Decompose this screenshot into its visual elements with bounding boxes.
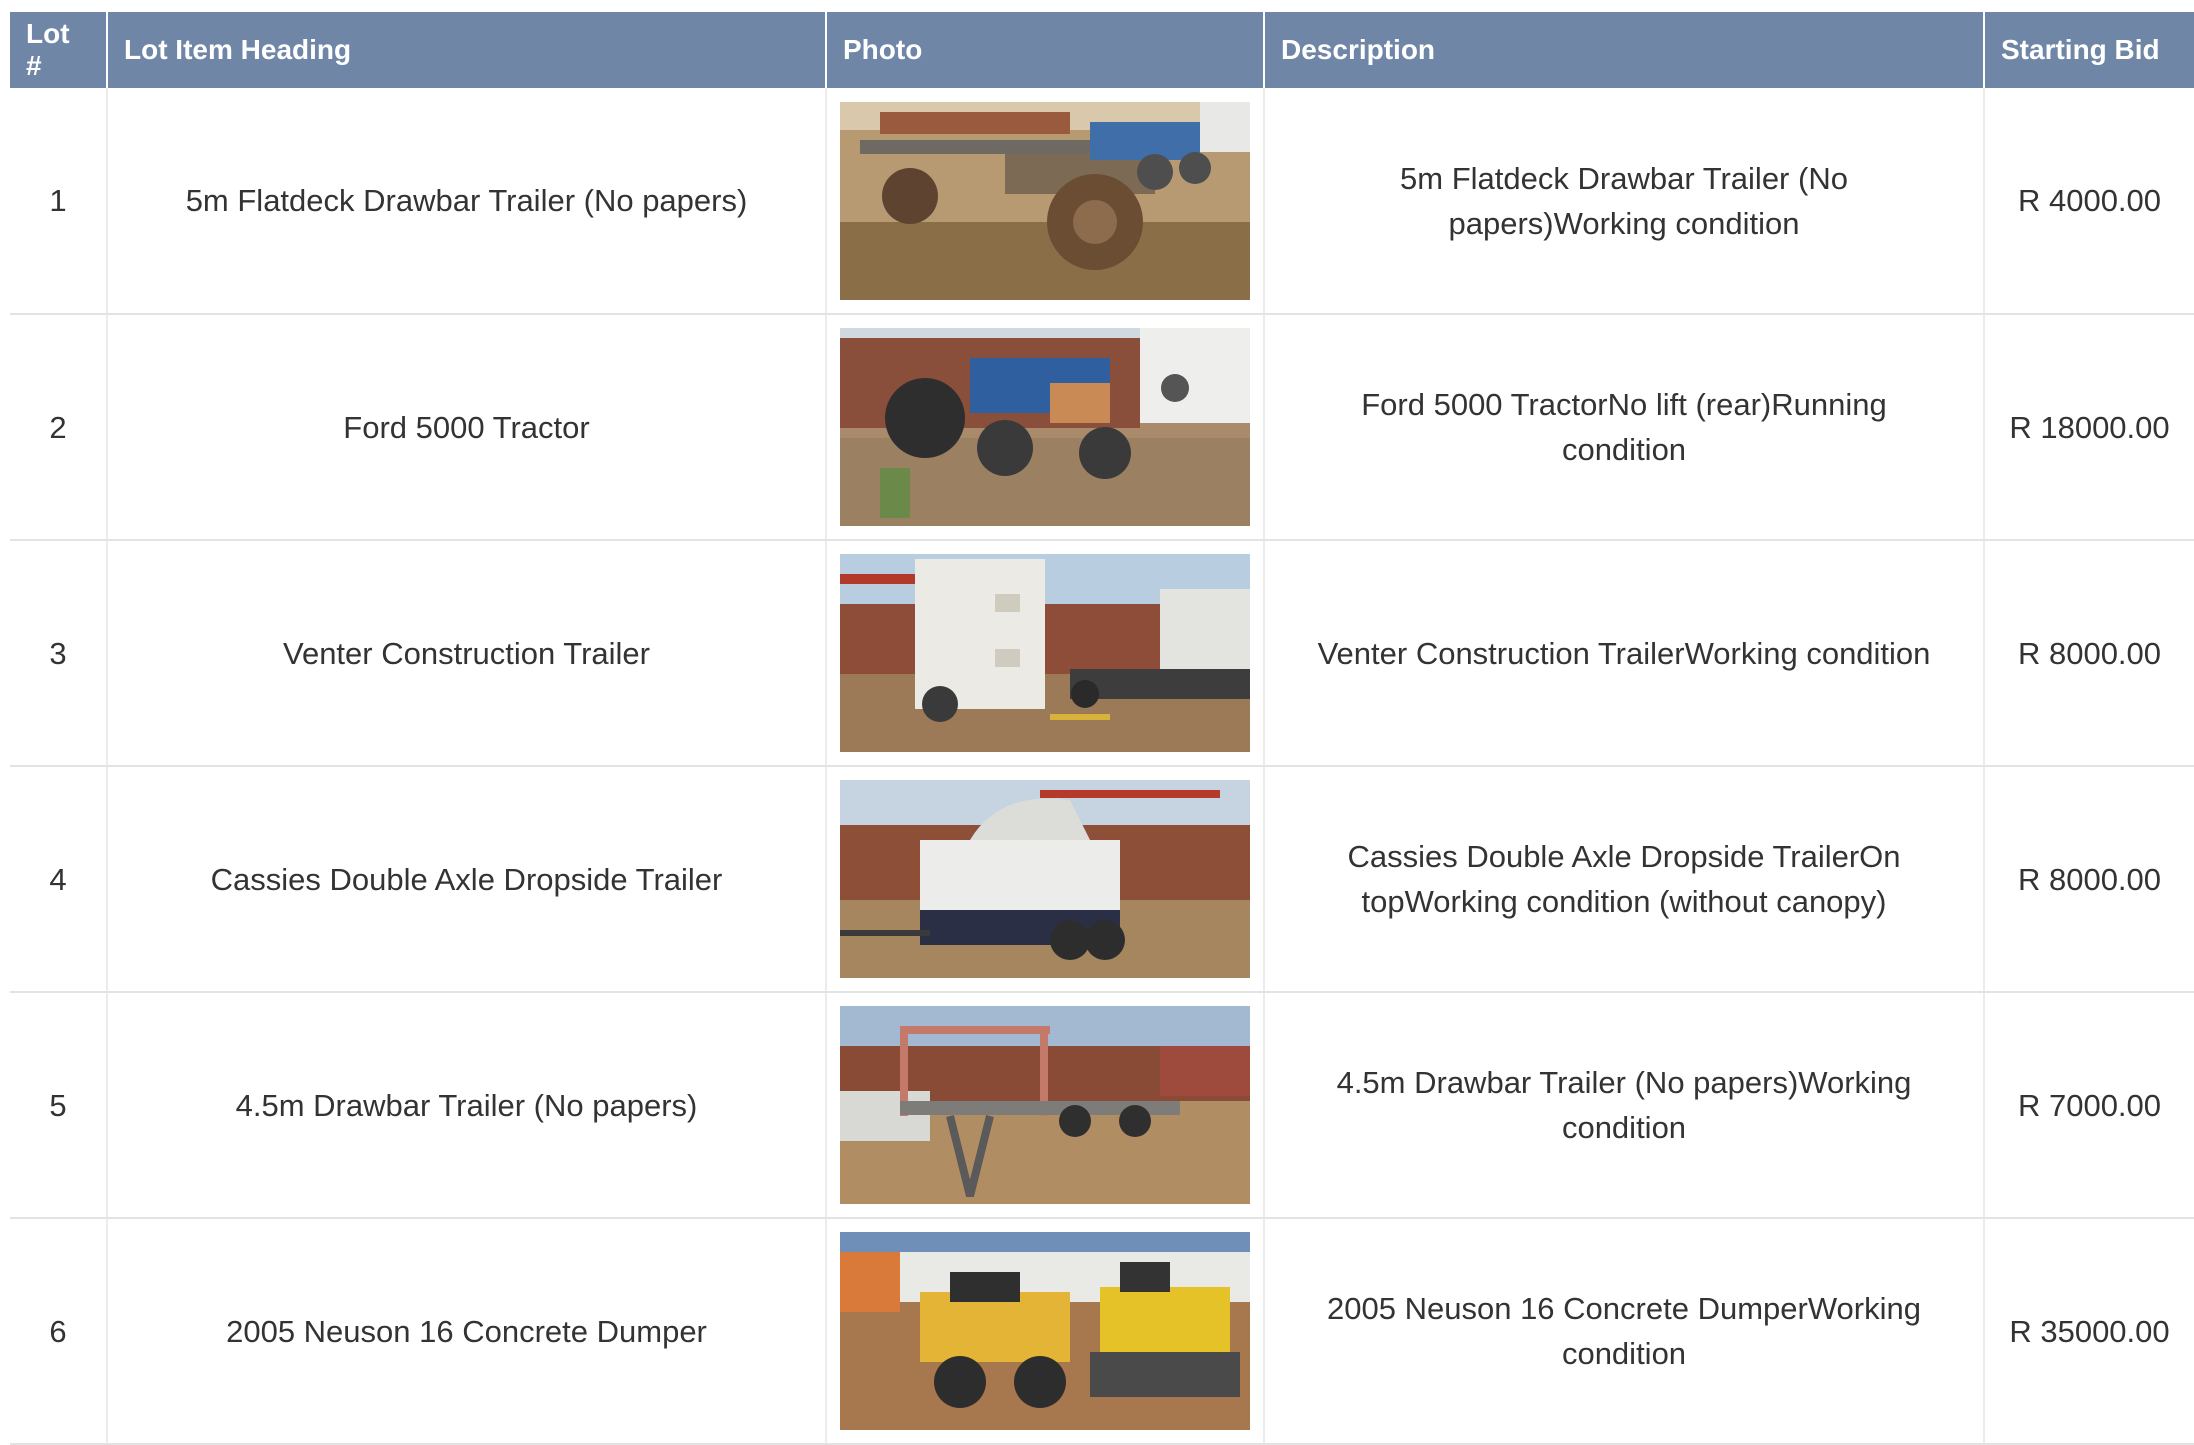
starting-bid-cell: R 7000.00 <box>1984 992 2194 1219</box>
lot-photo-cell <box>826 1218 1265 1445</box>
construction-trailer-photo[interactable] <box>840 554 1250 752</box>
lot-photo-cell <box>826 540 1265 767</box>
auction-lots-table: Lot # Lot Item Heading Photo Description… <box>10 12 2194 1445</box>
column-header-photo[interactable]: Photo <box>826 12 1265 88</box>
lot-heading-cell: 4.5m Drawbar Trailer (No papers) <box>107 992 827 1219</box>
concrete-dumper-photo[interactable] <box>840 1232 1250 1430</box>
table-row: 4 Cassies Double Axle Dropside Trailer C… <box>10 766 2194 993</box>
table-row: 5 4.5m Drawbar Trailer (No papers) 4.5m … <box>10 992 2194 1219</box>
starting-bid-cell: R 35000.00 <box>1984 1218 2194 1445</box>
table-header-row: Lot # Lot Item Heading Photo Description… <box>10 12 2194 88</box>
lot-description-cell: 2005 Neuson 16 Concrete DumperWorking co… <box>1264 1218 1985 1445</box>
flatdeck-trailer-photo[interactable] <box>840 101 1250 300</box>
lot-photo-cell <box>826 992 1265 1219</box>
starting-bid-cell: R 18000.00 <box>1984 314 2194 541</box>
lot-heading-cell: 2005 Neuson 16 Concrete Dumper <box>107 1218 827 1445</box>
lot-heading-cell: Cassies Double Axle Dropside Trailer <box>107 766 827 993</box>
lot-photo-cell <box>826 766 1265 993</box>
table-row: 3 Venter Construction Trailer Venter Con… <box>10 540 2194 767</box>
column-header-lot[interactable]: Lot # <box>10 12 108 88</box>
table-row: 1 5m Flatdeck Drawbar Trailer (No papers… <box>10 88 2194 315</box>
lot-description-cell: 4.5m Drawbar Trailer (No papers)Working … <box>1264 992 1985 1219</box>
lot-description-cell: Venter Construction TrailerWorking condi… <box>1264 540 1985 767</box>
lot-photo-cell <box>826 314 1265 541</box>
lot-description-cell: Ford 5000 TractorNo lift (rear)Running c… <box>1264 314 1985 541</box>
lot-number-cell: 1 <box>10 88 108 315</box>
column-header-starting-bid[interactable]: Starting Bid <box>1984 12 2194 88</box>
lot-number-cell: 5 <box>10 992 108 1219</box>
lot-number-cell: 2 <box>10 314 108 541</box>
dropside-trailer-photo[interactable] <box>840 780 1250 978</box>
lot-heading-cell: 5m Flatdeck Drawbar Trailer (No papers) <box>107 88 827 315</box>
auction-lots-table-wrapper: Lot # Lot Item Heading Photo Description… <box>10 12 2194 1445</box>
column-header-heading[interactable]: Lot Item Heading <box>107 12 827 88</box>
lot-number-cell: 3 <box>10 540 108 767</box>
starting-bid-cell: R 8000.00 <box>1984 766 2194 993</box>
lot-heading-cell: Venter Construction Trailer <box>107 540 827 767</box>
table-row: 2 Ford 5000 Tractor Ford 5000 TractorNo … <box>10 314 2194 541</box>
tractor-photo[interactable] <box>840 328 1250 526</box>
lot-description-cell: 5m Flatdeck Drawbar Trailer (No papers)W… <box>1264 88 1985 315</box>
drawbar-trailer-photo[interactable] <box>840 1006 1250 1204</box>
starting-bid-cell: R 8000.00 <box>1984 540 2194 767</box>
lot-photo-cell <box>826 88 1265 315</box>
lot-description-cell: Cassies Double Axle Dropside TrailerOn t… <box>1264 766 1985 993</box>
table-row: 6 2005 Neuson 16 Concrete Dumper 2005 Ne… <box>10 1218 2194 1445</box>
lot-heading-cell: Ford 5000 Tractor <box>107 314 827 541</box>
column-header-description[interactable]: Description <box>1264 12 1985 88</box>
lot-number-cell: 6 <box>10 1218 108 1445</box>
starting-bid-cell: R 4000.00 <box>1984 88 2194 315</box>
lot-number-cell: 4 <box>10 766 108 993</box>
